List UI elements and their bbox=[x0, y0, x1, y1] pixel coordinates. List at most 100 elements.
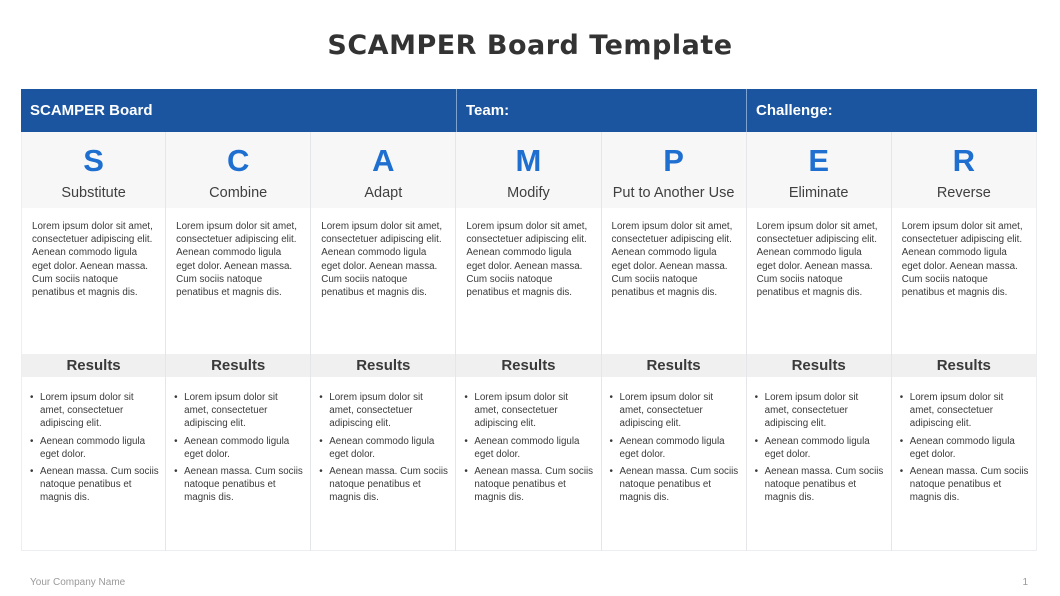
bullet-icon: • bbox=[754, 466, 759, 478]
results-item-text: Aenean commodo ligula eget dolor. bbox=[329, 435, 435, 460]
letter-cell: C Combine bbox=[166, 132, 311, 208]
results-item-text: Lorem ipsum dolor sit amet, consectetuer… bbox=[329, 392, 423, 430]
bullet-icon: • bbox=[319, 392, 323, 403]
results-list-item: • Aenean massa. Cum sociis natoque penati… bbox=[464, 465, 594, 505]
description-cell[interactable]: Lorem ipsum dolor sit amet, consectetuer… bbox=[166, 208, 311, 354]
letter-cell: A Adapt bbox=[311, 132, 456, 208]
results-item-text: Aenean massa. Cum sociis natoque penatib… bbox=[909, 466, 1029, 504]
results-heading: Results bbox=[891, 354, 1036, 377]
scamper-letter: R bbox=[952, 143, 975, 178]
results-list-item: • Aenean massa. Cum sociis natoque penati… bbox=[610, 465, 740, 505]
scamper-word: Modify bbox=[507, 185, 550, 201]
scamper-letter: P bbox=[663, 143, 684, 178]
results-item-text: Aenean massa. Cum sociis natoque penatib… bbox=[40, 466, 159, 504]
results-heading: Results bbox=[601, 354, 746, 377]
bullet-icon: • bbox=[609, 435, 613, 447]
results-item-text: Aenean commodo ligula eget dolor. bbox=[40, 435, 146, 460]
results-list-item: • Lorem ipsum dolor sit amet, consectetue… bbox=[900, 391, 1030, 431]
scamper-word: Substitute bbox=[61, 185, 126, 201]
results-list-item: • Aenean commodo ligula eget dolor. bbox=[174, 435, 304, 461]
board-label-cell: SCAMPER Board bbox=[21, 89, 457, 132]
results-list-item: • Lorem ipsum dolor sit amet, consectetue… bbox=[464, 391, 594, 431]
results-cell[interactable]: • Lorem ipsum dolor sit amet, consectetue… bbox=[166, 377, 311, 551]
description-cell[interactable]: Lorem ipsum dolor sit amet, consectetuer… bbox=[311, 208, 456, 354]
results-list-item: • Aenean massa. Cum sociis natoque penati… bbox=[755, 465, 885, 505]
results-heading: Results bbox=[166, 354, 311, 377]
bullet-icon: • bbox=[464, 466, 468, 478]
scamper-board: SCAMPER Board Team: Challenge: S Substitu… bbox=[21, 89, 1037, 551]
scamper-word: Reverse bbox=[936, 185, 991, 201]
results-cell[interactable]: • Lorem ipsum dolor sit amet, consectetue… bbox=[601, 377, 746, 551]
scamper-column: P Put to Another Use Lorem ipsum dolor sit… bbox=[601, 132, 747, 551]
results-cell[interactable]: • Lorem ipsum dolor sit amet, consectetue… bbox=[746, 377, 891, 551]
letter-cell: M Modify bbox=[456, 132, 601, 208]
scamper-letter: E bbox=[808, 143, 830, 178]
bullet-icon: • bbox=[30, 466, 34, 478]
results-list-item: • Aenean massa. Cum sociis natoque penati… bbox=[174, 465, 304, 505]
results-cell[interactable]: • Lorem ipsum dolor sit amet, consectetue… bbox=[456, 377, 601, 551]
bullet-icon: • bbox=[609, 466, 613, 478]
challenge-label-cell: Challenge: bbox=[756, 102, 833, 119]
results-heading: Results bbox=[456, 354, 601, 377]
results-item-text: Lorem ipsum dolor sit amet, consectetuer… bbox=[909, 392, 1004, 430]
results-heading: Results bbox=[746, 354, 891, 377]
results-item-text: Lorem ipsum dolor sit amet, consectetuer… bbox=[40, 392, 134, 430]
results-list-item: • Lorem ipsum dolor sit amet, consectetue… bbox=[319, 391, 449, 431]
results-cell[interactable]: • Lorem ipsum dolor sit amet, consectetue… bbox=[891, 377, 1036, 551]
description-cell[interactable]: Lorem ipsum dolor sit amet, consectetuer… bbox=[746, 208, 891, 354]
description-cell[interactable]: Lorem ipsum dolor sit amet, consectetuer… bbox=[601, 208, 746, 354]
results-item-text: Lorem ipsum dolor sit amet, consectetuer… bbox=[764, 392, 859, 430]
results-cell[interactable]: • Lorem ipsum dolor sit amet, consectetue… bbox=[22, 377, 166, 551]
results-list-item: • Aenean commodo ligula eget dolor. bbox=[319, 435, 449, 461]
results-list: • Lorem ipsum dolor sit amet, consectetue… bbox=[755, 391, 885, 505]
bullet-icon: • bbox=[174, 435, 178, 447]
results-item-text: Aenean massa. Cum sociis natoque penatib… bbox=[764, 466, 884, 504]
results-item-text: Lorem ipsum dolor sit amet, consectetuer… bbox=[474, 392, 569, 430]
results-item-text: Aenean commodo ligula eget dolor. bbox=[619, 435, 725, 460]
bullet-icon: • bbox=[464, 392, 468, 403]
bullet-icon: • bbox=[30, 392, 34, 403]
results-item-text: Aenean commodo ligula eget dolor. bbox=[184, 435, 290, 460]
scamper-column: C Combine Lorem ipsum dolor sit amet, cons… bbox=[166, 132, 312, 551]
bullet-icon: • bbox=[899, 392, 904, 403]
results-item-text: Lorem ipsum dolor sit amet, consectetuer… bbox=[184, 392, 278, 430]
scamper-column: A Adapt Lorem ipsum dolor sit amet, consec… bbox=[311, 132, 457, 551]
results-list-item: • Lorem ipsum dolor sit amet, consectetue… bbox=[30, 391, 159, 431]
scamper-column: S Substitute Lorem ipsum dolor sit amet, c… bbox=[21, 132, 167, 551]
description-cell[interactable]: Lorem ipsum dolor sit amet, consectetuer… bbox=[891, 208, 1036, 354]
description-cell[interactable]: Lorem ipsum dolor sit amet, consectetuer… bbox=[22, 208, 166, 354]
results-item-text: Aenean commodo ligula eget dolor. bbox=[764, 435, 870, 460]
results-list-item: • Aenean massa. Cum sociis natoque penati… bbox=[319, 465, 449, 505]
scamper-columns: S Substitute Lorem ipsum dolor sit amet, c… bbox=[21, 132, 1037, 551]
scamper-letter: A bbox=[372, 143, 395, 178]
scamper-word: Adapt bbox=[364, 185, 403, 201]
results-heading: Results bbox=[22, 354, 166, 377]
description-cell[interactable]: Lorem ipsum dolor sit amet, consectetuer… bbox=[456, 208, 601, 354]
results-list: • Lorem ipsum dolor sit amet, consectetue… bbox=[319, 391, 449, 505]
results-item-text: Aenean commodo ligula eget dolor. bbox=[909, 435, 1015, 460]
scamper-letter: S bbox=[83, 143, 104, 178]
page-title: SCAMPER Board Template bbox=[327, 30, 733, 61]
results-list-item: • Lorem ipsum dolor sit amet, consectetue… bbox=[610, 391, 740, 431]
results-item-text: Aenean massa. Cum sociis natoque penatib… bbox=[474, 466, 594, 504]
scamper-word: Put to Another Use bbox=[612, 185, 735, 201]
bullet-icon: • bbox=[174, 466, 178, 478]
bullet-icon: • bbox=[754, 435, 759, 447]
bullet-icon: • bbox=[609, 392, 613, 403]
scamper-column: R Reverse Lorem ipsum dolor sit amet, cons… bbox=[891, 132, 1037, 551]
team-label-cell: Team: bbox=[457, 89, 747, 132]
results-cell[interactable]: • Lorem ipsum dolor sit amet, consectetue… bbox=[311, 377, 456, 551]
bullet-icon: • bbox=[30, 435, 34, 447]
bullet-icon: • bbox=[754, 392, 759, 403]
board-header-row: SCAMPER Board Team: Challenge: bbox=[21, 89, 1037, 132]
scamper-word: Eliminate bbox=[788, 185, 849, 201]
bullet-icon: • bbox=[319, 435, 323, 447]
scamper-word: Combine bbox=[209, 185, 268, 201]
bullet-icon: • bbox=[899, 466, 904, 478]
bullet-icon: • bbox=[174, 392, 178, 403]
bullet-icon: • bbox=[319, 466, 323, 478]
footer-company-name: Your Company Name bbox=[30, 577, 126, 588]
results-list: • Lorem ipsum dolor sit amet, consectetue… bbox=[610, 391, 740, 505]
bullet-icon: • bbox=[899, 435, 904, 447]
results-item-text: Aenean commodo ligula eget dolor. bbox=[474, 435, 580, 460]
